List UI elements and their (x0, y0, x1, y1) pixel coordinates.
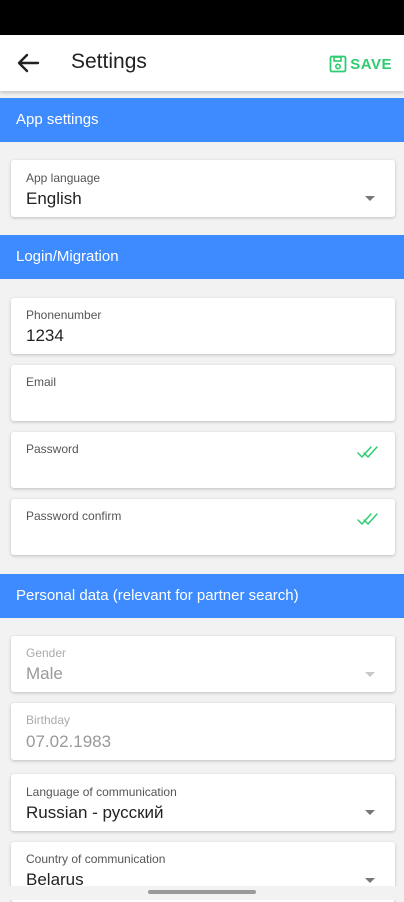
birthday-field: Birthday 07.02.1983 (11, 703, 395, 760)
field-label: Country of communication (26, 852, 166, 866)
communication-language-select[interactable]: Language of communication Russian - русс… (11, 774, 395, 831)
field-label: Email (26, 375, 57, 389)
dropdown-caret-icon (365, 196, 375, 201)
field-value: Male (26, 664, 63, 683)
app-bar: Settings SAVE (0, 35, 404, 91)
email-field[interactable]: Email (11, 365, 395, 421)
save-label: SAVE (350, 55, 392, 73)
arrow-back-icon[interactable] (14, 51, 42, 75)
field-label: App language (26, 171, 101, 185)
status-bar (0, 0, 404, 35)
save-icon (329, 55, 347, 73)
field-label: Language of communication (26, 785, 177, 799)
password-field[interactable]: Password (11, 432, 395, 488)
gender-select: Gender Male (11, 636, 395, 692)
double-check-icon (357, 513, 378, 525)
page-title: Settings (71, 50, 147, 73)
save-button[interactable]: SAVE (329, 53, 392, 75)
field-label: Gender (26, 646, 67, 660)
dropdown-caret-icon (365, 810, 375, 815)
field-label: Password confirm (26, 509, 122, 523)
field-value: Russian - русский (26, 803, 164, 822)
phone-field[interactable]: Phonenumber 1234 (11, 298, 395, 354)
password-confirm-field[interactable]: Password confirm (11, 499, 395, 555)
field-label: Phonenumber (26, 308, 102, 322)
dropdown-caret-icon (365, 672, 375, 677)
double-check-icon (357, 446, 378, 458)
section-login-migration: Login/Migration (0, 235, 404, 279)
gesture-handle[interactable] (148, 890, 256, 894)
field-value: English (26, 189, 82, 208)
section-app-settings: App settings (0, 98, 404, 142)
section-personal-data: Personal data (relevant for partner sear… (0, 574, 404, 618)
field-value: 1234 (26, 326, 64, 345)
navigation-bar (0, 886, 404, 900)
field-label: Password (26, 442, 79, 456)
field-label: Birthday (26, 713, 71, 727)
field-value: 07.02.1983 (26, 732, 112, 751)
dropdown-caret-icon (365, 878, 375, 883)
app-language-select[interactable]: App language English (11, 160, 395, 217)
